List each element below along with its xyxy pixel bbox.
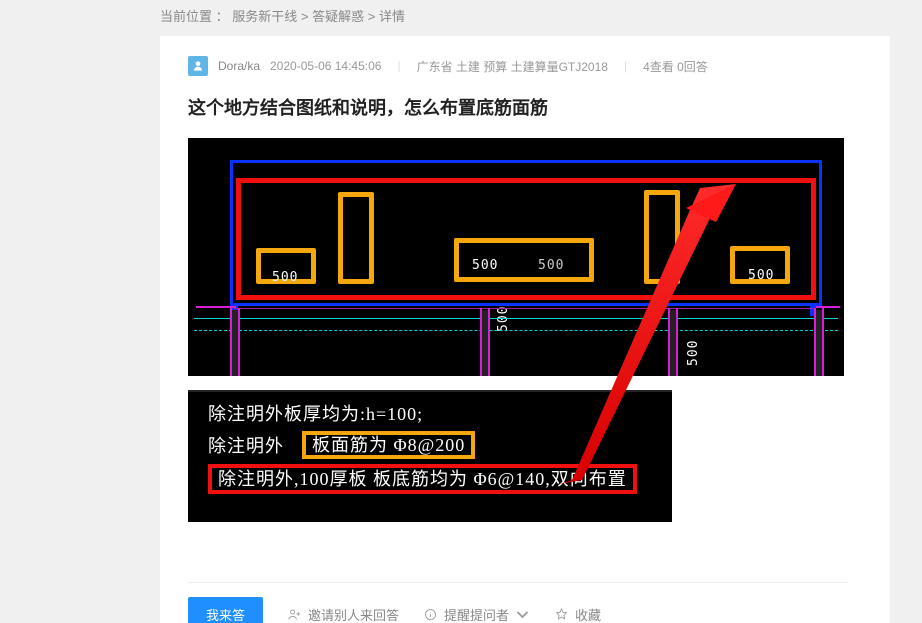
remind-label: 提醒提问者 (444, 605, 509, 623)
answer-button[interactable]: 我来答 (188, 597, 263, 623)
column-edge (814, 308, 816, 376)
crumb-0[interactable]: 服务新干线 (232, 9, 297, 24)
dimension-label: 500 (472, 258, 498, 273)
post-datetime: 2020-05-06 14:45:06 (270, 59, 381, 73)
grid-line (194, 318, 838, 319)
crumb-2: 详情 (379, 9, 405, 24)
note-line-2-prefix: 除注明外 (208, 436, 284, 456)
grid-line-dashed (194, 330, 838, 331)
column-edge (230, 308, 232, 376)
breadcrumb-label: 当前位置 ： (160, 9, 229, 24)
crumb-1[interactable]: 答疑解惑 (312, 9, 364, 24)
dimension-label: 500 (748, 268, 774, 283)
chevron-down-icon (515, 607, 530, 622)
column-edge (488, 308, 490, 376)
invite-button[interactable]: 邀请别人来回答 (287, 605, 399, 623)
info-icon (423, 607, 438, 622)
favorite-label: 收藏 (575, 605, 601, 623)
invite-label: 邀请别人来回答 (308, 605, 399, 623)
author-name[interactable]: Dora/ka (218, 59, 260, 73)
post-header: Dora/ka 2020-05-06 14:45:06 | 广东省 土建 预算 … (188, 56, 862, 76)
column-edge (676, 308, 678, 376)
highlight-orange-box (338, 192, 374, 284)
breadcrumb: 当前位置 ： 服务新干线 > 答疑解惑 > 详情 (160, 6, 405, 25)
highlight-red-label: 除注明外,100厚板 板底筋均为 Φ6@140,双向布置 (208, 464, 637, 494)
column-edge (822, 308, 824, 376)
cad-drawing-section: 500 500 500 500 500 500 (188, 138, 844, 376)
avatar[interactable] (188, 56, 208, 76)
user-icon (191, 59, 205, 73)
column-edge (668, 308, 670, 376)
cad-notes-block: 除注明外板厚均为:h=100; 除注明外 板面筋为 Φ8@200 除注明外,10… (188, 390, 672, 522)
ground-line (816, 306, 840, 308)
highlight-orange-label: 板面筋为 Φ8@200 (302, 431, 475, 459)
highlight-orange-box (644, 190, 680, 284)
post-stats: 4查看 0回答 (643, 58, 708, 75)
column-edge (480, 308, 482, 376)
star-icon (554, 607, 569, 622)
post-tags: 广东省 土建 预算 土建算量GTJ2018 (417, 58, 608, 75)
action-bar: 我来答 邀请别人来回答 提醒提问者 收藏 (188, 582, 848, 623)
crumb-sep: > (368, 9, 376, 24)
user-plus-icon (287, 607, 302, 622)
dimension-label: 500 (538, 258, 564, 273)
divider: | (397, 59, 400, 73)
dimension-label: 500 (272, 270, 298, 285)
crumb-sep: > (301, 9, 309, 24)
ground-line (234, 308, 816, 309)
dimension-label: 500 (686, 340, 701, 366)
favorite-button[interactable]: 收藏 (554, 605, 601, 623)
post-title: 这个地方结合图纸和说明，怎么布置底筋面筋 (188, 94, 862, 120)
remind-button[interactable]: 提醒提问者 (423, 605, 530, 623)
column-edge (238, 308, 240, 376)
post-card: Dora/ka 2020-05-06 14:45:06 | 广东省 土建 预算 … (160, 36, 890, 623)
note-line-1: 除注明外板厚均为:h=100; (208, 398, 652, 430)
divider: | (624, 59, 627, 73)
